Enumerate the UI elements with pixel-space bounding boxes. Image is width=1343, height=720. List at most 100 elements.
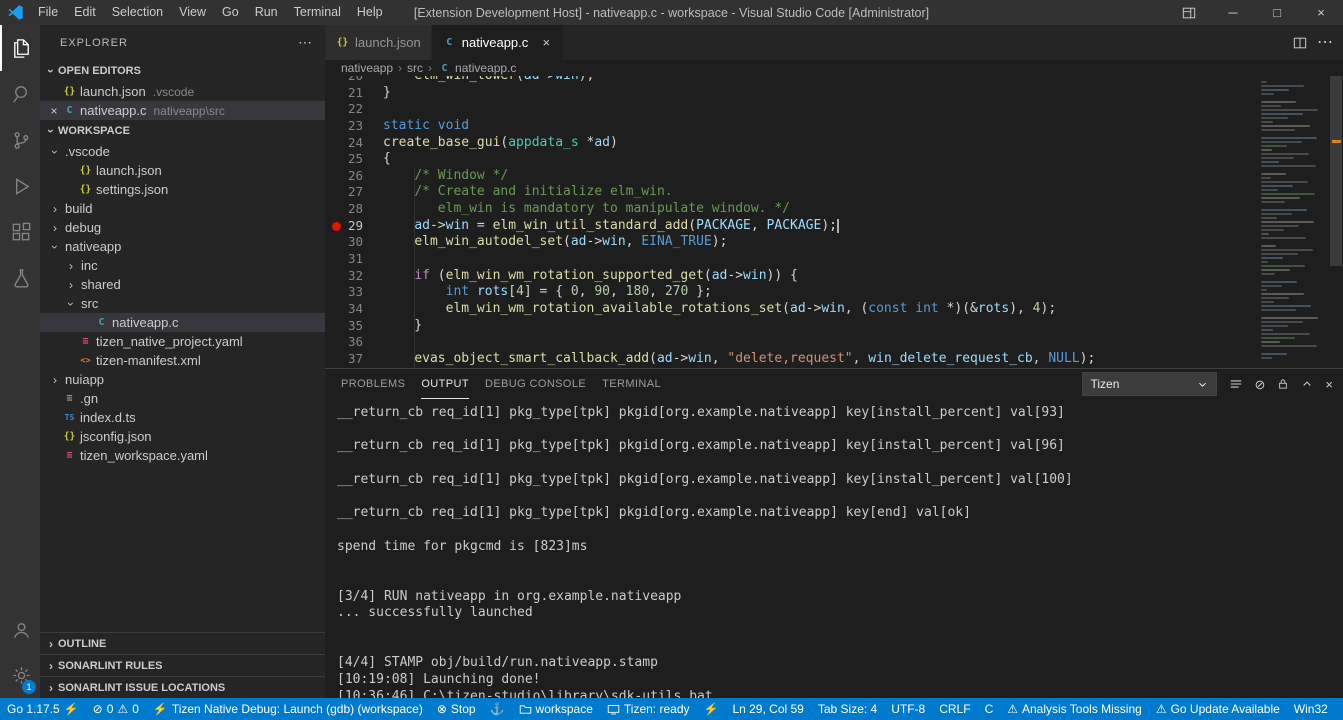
folder-build[interactable]: ›build: [40, 199, 325, 218]
menu-edit[interactable]: Edit: [66, 0, 104, 25]
tab-nativeapp-c[interactable]: Cnativeapp.c×: [432, 25, 565, 60]
code-line-36[interactable]: 36: [325, 334, 1343, 351]
output-channel-select[interactable]: Tizen: [1082, 372, 1217, 396]
open-editor-launch-json[interactable]: {}launch.json.vscode: [40, 82, 325, 101]
menu-file[interactable]: File: [30, 0, 66, 25]
status-debug-launch[interactable]: ⚡Tizen Native Debug: Launch (gdb) (works…: [146, 698, 430, 720]
code-line-33[interactable]: 33 int rots[4] = { 0, 90, 180, 270 };: [325, 284, 1343, 301]
views-more-icon[interactable]: ⋯: [298, 34, 313, 51]
panel-tab-terminal[interactable]: TERMINAL: [602, 369, 661, 399]
status-platform[interactable]: Win32: [1287, 698, 1335, 720]
code-line-35[interactable]: 35 }: [325, 318, 1343, 335]
code-line-26[interactable]: 26 /* Window */: [325, 168, 1343, 185]
status-workspace[interactable]: workspace: [512, 698, 600, 720]
status-problems[interactable]: ⊘0⚠0: [86, 698, 146, 720]
status-tizen-ready[interactable]: Tizen: ready: [600, 698, 697, 720]
code-line-20[interactable]: 20 elm_win_lower(ad->win);: [325, 76, 1343, 85]
line-number[interactable]: 30: [325, 234, 375, 251]
status-anchor[interactable]: ⚓: [483, 698, 512, 720]
status-go-version[interactable]: Go 1.17.5⚡: [0, 698, 86, 720]
activity-testing[interactable]: [0, 255, 40, 301]
line-number[interactable]: 24: [325, 135, 375, 152]
file-nativeapp-c[interactable]: Cnativeapp.c: [40, 313, 325, 332]
folder-nuiapp[interactable]: ›nuiapp: [40, 370, 325, 389]
line-number[interactable]: 31: [325, 251, 375, 268]
folder-debug[interactable]: ›debug: [40, 218, 325, 237]
close-editor-icon[interactable]: ×: [46, 104, 62, 118]
file-launch-json[interactable]: {}launch.json: [40, 161, 325, 180]
lock-scrolling[interactable]: [1277, 378, 1289, 390]
code-line-34[interactable]: 34 elm_win_wm_rotation_available_rotatio…: [325, 301, 1343, 318]
file-tizen-manifest-xml[interactable]: <>tizen-manifest.xml: [40, 351, 325, 370]
line-number[interactable]: 25: [325, 151, 375, 168]
editor-scrollbar[interactable]: [1329, 76, 1343, 368]
line-number[interactable]: 35: [325, 318, 375, 335]
layout-toggle-button[interactable]: [1167, 0, 1211, 25]
line-number[interactable]: 32: [325, 268, 375, 285]
status-language-mode[interactable]: C: [978, 698, 1001, 720]
activity-settings[interactable]: 1: [0, 652, 40, 698]
close-window-button[interactable]: ×: [1299, 0, 1343, 25]
code-line-25[interactable]: 25{: [325, 151, 1343, 168]
output-actions[interactable]: [1229, 377, 1243, 391]
line-number[interactable]: 36: [325, 334, 375, 351]
more-actions-icon[interactable]: ⋯: [1317, 35, 1333, 51]
line-number[interactable]: 26: [325, 168, 375, 185]
code-line-24[interactable]: 24create_base_gui(appdata_s *ad): [325, 135, 1343, 152]
maximize-panel[interactable]: [1301, 378, 1313, 390]
menu-go[interactable]: Go: [214, 0, 247, 25]
line-number[interactable]: 20: [325, 76, 375, 85]
line-number[interactable]: 22: [325, 101, 375, 118]
panel-tab-problems[interactable]: PROBLEMS: [341, 369, 405, 399]
status-encoding[interactable]: UTF-8: [884, 698, 932, 720]
panel-tab-output[interactable]: OUTPUT: [421, 369, 469, 399]
folder-src[interactable]: ›src: [40, 294, 325, 313]
line-number[interactable]: 37: [325, 351, 375, 368]
minimap[interactable]: [1257, 76, 1329, 368]
line-number[interactable]: 21: [325, 85, 375, 102]
line-number[interactable]: 33: [325, 284, 375, 301]
menu-run[interactable]: Run: [247, 0, 286, 25]
line-number[interactable]: 27: [325, 184, 375, 201]
close-tab-icon[interactable]: ×: [539, 35, 553, 50]
menu-view[interactable]: View: [171, 0, 214, 25]
activity-run-and-debug[interactable]: [0, 163, 40, 209]
open-editor-nativeapp-c[interactable]: ×Cnativeapp.cnativeapp\src: [40, 101, 325, 120]
status-analysis-tools[interactable]: ⚠Analysis Tools Missing: [1000, 698, 1149, 720]
activity-explorer[interactable]: [0, 25, 40, 71]
status-tab-size[interactable]: Tab Size: 4: [811, 698, 884, 720]
close-panel[interactable]: ×: [1325, 378, 1333, 391]
section-open-editors[interactable]: › OPEN EDITORS: [40, 60, 325, 82]
menu-selection[interactable]: Selection: [104, 0, 171, 25]
activity-accounts[interactable]: [0, 606, 40, 652]
file-settings-json[interactable]: {}settings.json: [40, 180, 325, 199]
section-outline[interactable]: ›OUTLINE: [40, 632, 325, 654]
menu-terminal[interactable]: Terminal: [286, 0, 349, 25]
folder-shared[interactable]: ›shared: [40, 275, 325, 294]
line-number[interactable]: 29: [325, 218, 375, 235]
tab-launch-json[interactable]: {}launch.json: [325, 25, 432, 60]
file-jsconfig-json[interactable]: {}jsconfig.json: [40, 427, 325, 446]
code-line-31[interactable]: 31: [325, 251, 1343, 268]
code-line-30[interactable]: 30 elm_win_autodel_set(ad->win, EINA_TRU…: [325, 234, 1343, 251]
activity-source-control[interactable]: [0, 117, 40, 163]
file-tizen-workspace-yaml[interactable]: ≡tizen_workspace.yaml: [40, 446, 325, 465]
file-index-d-ts[interactable]: TSindex.d.ts: [40, 408, 325, 427]
folder-inc[interactable]: ›inc: [40, 256, 325, 275]
minimize-button[interactable]: ─: [1211, 0, 1255, 25]
code-line-22[interactable]: 22: [325, 101, 1343, 118]
code-line-23[interactable]: 23static void: [325, 118, 1343, 135]
folder-vscode[interactable]: ›.vscode: [40, 142, 325, 161]
status-stop[interactable]: ⊗Stop: [430, 698, 483, 720]
panel-tab-debug-console[interactable]: DEBUG CONSOLE: [485, 369, 586, 399]
breakpoint-icon[interactable]: [332, 222, 341, 231]
clear-output[interactable]: ⊘: [1255, 378, 1266, 391]
breadcrumb-nativeapp-c[interactable]: nativeapp.c: [455, 61, 516, 75]
code-line-32[interactable]: 32 if (elm_win_wm_rotation_supported_get…: [325, 268, 1343, 285]
breadcrumb-src[interactable]: src: [407, 61, 423, 75]
code-line-27[interactable]: 27 /* Create and initialize elm_win.: [325, 184, 1343, 201]
folder-nativeapp[interactable]: ›nativeapp: [40, 237, 325, 256]
status-bolt[interactable]: ⚡: [697, 698, 726, 720]
maximize-button[interactable]: □: [1255, 0, 1299, 25]
output-content[interactable]: __return_cb req_id[1] pkg_type[tpk] pkgi…: [325, 399, 1343, 698]
